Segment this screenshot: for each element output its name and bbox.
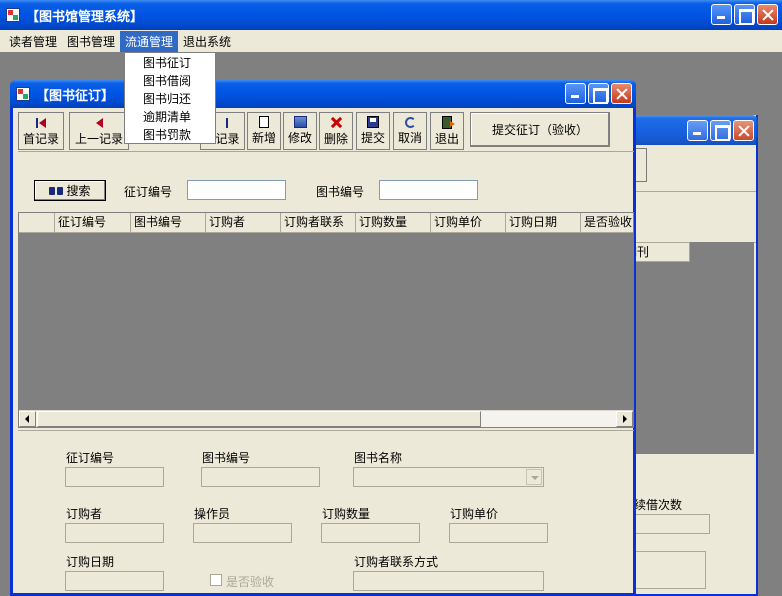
search-order-no-input[interactable] [187,180,286,200]
form-icon [16,87,30,101]
detail-operator-field[interactable] [193,523,292,543]
prev-record-icon [93,116,105,129]
col-accepted[interactable]: 是否验收 [581,213,633,233]
background-filter-strip [622,191,756,243]
col-unit-price[interactable]: 订购单价 [431,213,506,233]
cancel-button[interactable]: 取消 [393,112,427,150]
detail-date-field[interactable] [65,571,164,591]
form-minimize-button[interactable] [565,83,586,104]
menu-exit-system[interactable]: 退出系统 [178,31,236,52]
menu-book-management[interactable]: 图书管理 [62,31,120,52]
submit-order-acceptance-button[interactable]: 提交征订（验收） [470,112,610,147]
grid-header: 征订编号 图书编号 订购者 订购者联系 订购数量 订购单价 订购日期 是否验收 [19,213,633,233]
circulation-dropdown-menu: 图书征订 图书借阅 图书归还 逾期清单 图书罚款 [124,52,216,144]
submit-button[interactable]: 提交 [356,112,390,150]
add-button[interactable]: 新增 [247,112,281,150]
background-group-box [634,551,706,589]
detail-contact-label: 订购者联系方式 [354,555,439,569]
save-disk-icon [367,116,379,128]
detail-accepted-checkbox[interactable] [210,574,222,586]
detail-book-name-label: 图书名称 [354,451,403,465]
background-data-grid[interactable]: 期刊 [622,242,754,454]
search-book-no-label: 图书编号 [316,185,365,199]
edit-icon [293,116,307,128]
main-maximize-button[interactable] [734,4,755,25]
exit-button[interactable]: 退出 [430,112,464,150]
menu-item-book-fine[interactable]: 图书罚款 [125,126,215,144]
scroll-thumb[interactable] [37,411,481,427]
detail-book-name-combo[interactable] [353,467,544,487]
detail-accepted-label: 是否验收 [226,575,275,589]
app-icon [6,8,20,22]
last-record-icon [217,116,229,129]
undo-icon [404,116,416,128]
form-maximize-button[interactable] [588,83,609,104]
col-purchaser[interactable]: 订购者 [206,213,281,233]
binoculars-icon [49,186,64,196]
book-order-window: 【图书征订】 首记录 上一记录 记录 新增 修改 删除 提交 取消 退出 提交征… [10,80,636,596]
bg-maximize-button[interactable] [710,120,731,141]
menubar: 读者管理 图书管理 流通管理 退出系统 [0,30,782,52]
detail-date-label: 订购日期 [66,555,115,569]
new-document-icon [259,116,269,128]
menu-item-overdue-list[interactable]: 逾期清单 [125,108,215,126]
form-close-button[interactable] [611,83,632,104]
record-toolbar: 首记录 上一记录 记录 新增 修改 删除 提交 取消 退出 提交征订（验收） [18,110,634,152]
detail-order-no-label: 征订编号 [66,451,115,465]
detail-book-no-field[interactable] [201,467,320,487]
prev-record-button[interactable]: 上一记录 [69,112,129,150]
detail-contact-field[interactable] [353,571,544,591]
col-purchaser-contact[interactable]: 订购者联系 [281,213,356,233]
bg-close-button[interactable] [733,120,754,141]
menu-item-book-borrow[interactable]: 图书借阅 [125,72,215,90]
grid-horizontal-scrollbar[interactable] [19,410,633,427]
order-data-grid[interactable]: 征订编号 图书编号 订购者 订购者联系 订购数量 订购单价 订购日期 是否验收 [18,212,634,428]
scroll-left-icon[interactable] [19,411,36,427]
detail-purchaser-label: 订购者 [66,507,103,521]
main-close-button[interactable] [757,4,778,25]
detail-purchaser-field[interactable] [65,523,164,543]
background-child-window: 期刊 续借次数 [620,115,758,596]
main-window-title: 【图书馆管理系统】 [26,9,144,25]
detail-operator-label: 操作员 [194,507,231,521]
col-quantity[interactable]: 订购数量 [356,213,431,233]
col-book-no[interactable]: 图书编号 [131,213,206,233]
detail-unit-price-label: 订购单价 [450,507,499,521]
background-window-title-bar[interactable] [620,115,758,145]
renew-count-field[interactable] [634,514,710,534]
main-title-bar[interactable]: 【图书馆管理系统】 [0,0,782,30]
chevron-down-icon[interactable] [526,469,542,485]
search-button[interactable]: 搜索 [34,180,106,201]
edit-button[interactable]: 修改 [283,112,317,150]
menu-circulation-management[interactable]: 流通管理 [120,30,179,52]
detail-quantity-field[interactable] [321,523,420,543]
menu-reader-management[interactable]: 读者管理 [4,31,62,52]
menu-item-book-return[interactable]: 图书归还 [125,90,215,108]
grid-row-header-corner [19,213,55,233]
bg-minimize-button[interactable] [687,120,708,141]
delete-button[interactable]: 删除 [319,112,353,150]
scroll-right-icon[interactable] [616,411,633,427]
first-record-icon [35,116,47,129]
order-detail-panel: 征订编号 图书编号 图书名称 订购者 操作员 订购数量 订购单价 订购日期 是否… [18,430,634,596]
main-minimize-button[interactable] [711,4,732,25]
first-record-button[interactable]: 首记录 [18,112,64,150]
exit-door-icon [442,115,455,129]
delete-icon [330,116,342,129]
renew-count-label: 续借次数 [634,498,683,512]
col-order-no[interactable]: 征订编号 [55,213,131,233]
search-row: 搜索 征订编号 图书编号 [18,152,634,207]
detail-quantity-label: 订购数量 [322,507,371,521]
book-order-title-bar[interactable]: 【图书征订】 [10,80,636,108]
col-order-date[interactable]: 订购日期 [506,213,581,233]
search-order-no-label: 征订编号 [124,185,173,199]
search-book-no-input[interactable] [379,180,478,200]
detail-book-no-label: 图书编号 [202,451,251,465]
detail-unit-price-field[interactable] [449,523,548,543]
menu-item-book-order[interactable]: 图书征订 [125,54,215,72]
detail-order-no-field[interactable] [65,467,164,487]
book-order-window-title: 【图书征订】 [36,88,115,104]
